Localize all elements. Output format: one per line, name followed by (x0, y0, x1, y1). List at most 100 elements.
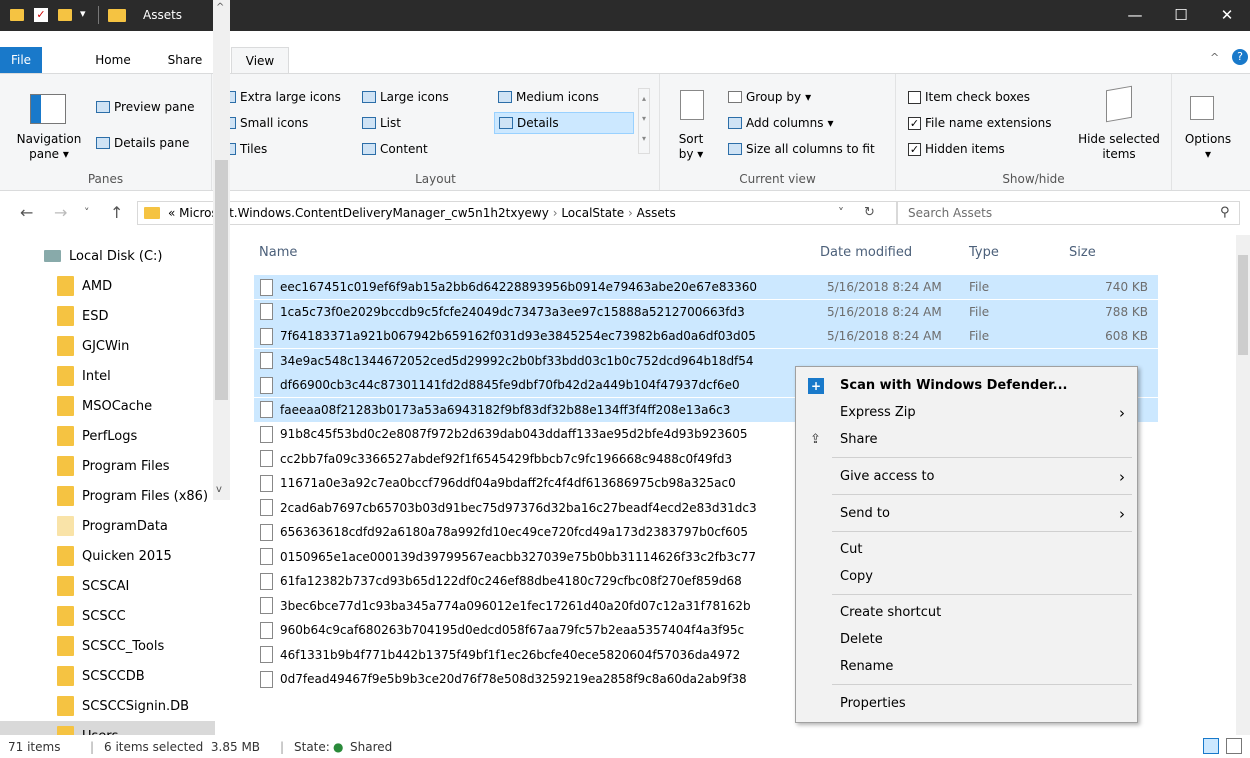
navigation-pane-button[interactable]: Navigation pane ▾ (6, 132, 92, 162)
selection-summary: 6 items selected 3.85 MB (104, 740, 261, 754)
preview-pane-button[interactable]: Preview pane (96, 100, 194, 114)
medium-icons-label: Medium icons (516, 90, 599, 104)
medium-icons-button[interactable]: Medium icons (498, 90, 599, 104)
content-button[interactable]: Content (362, 142, 428, 156)
breadcrumb-assets[interactable]: Assets (637, 206, 676, 220)
column-header-name[interactable]: Name (259, 245, 297, 260)
menu-item-copy[interactable]: Copy (796, 564, 1137, 590)
tab-file[interactable]: File (0, 47, 42, 73)
quick-access-dropdown-icon[interactable]: ▾ (80, 7, 86, 20)
search-icon[interactable]: ⚲ (1220, 205, 1230, 220)
close-button[interactable]: ✕ (1204, 0, 1250, 31)
hide-selected-button[interactable]: Hide selected items (1072, 132, 1166, 162)
column-header-date[interactable]: Date modified (820, 245, 912, 260)
tab-share[interactable]: Share (160, 47, 210, 73)
minimize-button[interactable]: — (1112, 0, 1158, 31)
details-view-toggle-icon[interactable] (1203, 738, 1219, 754)
search-box[interactable]: Search Assets ⚲ (897, 201, 1240, 225)
file-name-extensions-checkbox[interactable]: ✓ File name extensions (908, 116, 1052, 130)
file-list-scrollbar[interactable] (1236, 235, 1250, 735)
menu-item-delete[interactable]: Delete (796, 627, 1137, 653)
breadcrumb-overflow[interactable]: « (168, 206, 175, 220)
nav-item[interactable]: Quicken 2015 (0, 541, 215, 571)
nav-item[interactable]: Program Files (0, 451, 215, 481)
nav-item[interactable]: ProgramData (0, 511, 215, 541)
nav-item[interactable]: Local Disk (C:) (0, 241, 215, 271)
forward-arrow-icon[interactable]: → (54, 203, 67, 222)
menu-label-rename: Rename (840, 659, 894, 674)
menu-item-send-to[interactable]: Send to › (796, 501, 1137, 527)
properties-quick-icon[interactable]: ✓ (34, 8, 48, 22)
file-name: df66900cb3c44c87301141fd2d8845fe9dbf70fb… (280, 378, 740, 392)
extra-large-icons-button[interactable]: Extra large icons (222, 90, 341, 104)
file-row[interactable]: 7f64183371a921b067942b659162f031d93e3845… (254, 324, 1158, 348)
menu-item-give-access[interactable]: Give access to › (796, 464, 1137, 490)
add-columns-label: Add columns (746, 116, 824, 130)
large-icons-button[interactable]: Large icons (362, 90, 449, 104)
column-header-size[interactable]: Size (1069, 245, 1096, 260)
scroll-up-icon[interactable]: ^ (216, 2, 224, 13)
nav-item-label: SCSCCSignin.DB (82, 698, 190, 714)
hidden-items-checkbox[interactable]: ✓ Hidden items (908, 142, 1005, 156)
nav-item[interactable]: PerfLogs (0, 421, 215, 451)
refresh-icon[interactable]: ↻ (864, 205, 875, 220)
tab-home[interactable]: Home (88, 47, 138, 73)
nav-item[interactable]: SCSCCSignin.DB (0, 691, 215, 721)
nav-item[interactable]: Intel (0, 361, 215, 391)
nav-item[interactable]: SCSCAI (0, 571, 215, 601)
nav-item[interactable]: Program Files (x86) (0, 481, 215, 511)
search-input[interactable]: Search Assets (908, 206, 992, 220)
navigation-scroll-thumb[interactable] (215, 160, 228, 400)
file-name-extensions-check[interactable]: ✓ (908, 116, 921, 130)
file-icon (260, 450, 273, 467)
menu-item-properties[interactable]: Properties (796, 691, 1137, 717)
menu-item-share[interactable]: ⇪ Share (796, 427, 1137, 453)
item-check-boxes-check[interactable] (908, 90, 921, 104)
menu-item-scan-defender[interactable]: + Scan with Windows Defender... (796, 373, 1137, 399)
address-dropdown-icon[interactable]: ˅ (838, 206, 844, 220)
file-row[interactable]: 1ca5c73f0e2029bccdb9c5fcfe24049dc73473a3… (254, 299, 1158, 324)
sort-by-button[interactable]: Sort by ▾ (668, 132, 714, 162)
navigation-scrollbar[interactable]: ^ v (213, 0, 230, 500)
column-header-type[interactable]: Type (969, 245, 999, 260)
maximize-button[interactable]: ☐ (1158, 0, 1204, 31)
breadcrumb-localstate[interactable]: LocalState (561, 206, 624, 220)
nav-item[interactable]: MSOCache (0, 391, 215, 421)
size-all-columns-button[interactable]: Size all columns to fit (728, 142, 875, 156)
breadcrumb-content-delivery-manager[interactable]: Microsoft.Windows.ContentDeliveryManager… (179, 206, 549, 220)
nav-item[interactable]: ESD (0, 301, 215, 331)
nav-item[interactable]: SCSCC_Tools (0, 631, 215, 661)
nav-item[interactable]: AMD (0, 271, 215, 301)
layout-group-label: Layout (415, 172, 456, 186)
large-icons-view-toggle-icon[interactable] (1226, 738, 1242, 754)
add-columns-button[interactable]: Add columns ▾ (728, 116, 834, 130)
address-bar[interactable]: « Microsoft.Windows.ContentDeliveryManag… (137, 201, 897, 225)
recent-locations-icon[interactable]: ˅ (84, 206, 90, 219)
item-check-boxes-checkbox[interactable]: Item check boxes (908, 90, 1030, 104)
nav-item[interactable]: SCSCCDB (0, 661, 215, 691)
file-list-scroll-thumb[interactable] (1238, 255, 1248, 355)
scroll-down-icon[interactable]: v (216, 484, 222, 495)
help-icon[interactable]: ? (1232, 49, 1248, 65)
nav-item-label: SCSCCDB (82, 668, 145, 684)
hidden-items-check[interactable]: ✓ (908, 142, 921, 156)
nav-item[interactable]: GJCWin (0, 331, 215, 361)
group-by-button[interactable]: Group by ▾ (728, 90, 811, 104)
menu-item-express-zip[interactable]: Express Zip › (796, 400, 1137, 426)
new-folder-quick-icon[interactable] (58, 9, 72, 21)
nav-item[interactable]: SCSCC (0, 601, 215, 631)
back-arrow-icon[interactable]: ← (20, 203, 33, 222)
list-button[interactable]: List (362, 116, 401, 130)
menu-item-rename[interactable]: Rename (796, 654, 1137, 680)
menu-item-create-shortcut[interactable]: Create shortcut (796, 600, 1137, 626)
up-arrow-icon[interactable]: ↑ (110, 203, 123, 222)
details-view-button[interactable]: Details (494, 112, 634, 134)
layout-gallery-scroll[interactable]: ▴ ▾ ▾ (638, 88, 650, 154)
small-icons-button[interactable]: Small icons (222, 116, 308, 130)
collapse-ribbon-icon[interactable]: ^ (1210, 51, 1219, 64)
tab-view[interactable]: View (231, 47, 289, 73)
file-row[interactable]: eec167451c019ef6f9ab15a2bb6d64228893956b… (254, 275, 1158, 299)
details-pane-button[interactable]: Details pane (96, 136, 189, 150)
menu-item-cut[interactable]: Cut (796, 537, 1137, 563)
options-button[interactable]: Options ▾ (1178, 132, 1238, 162)
